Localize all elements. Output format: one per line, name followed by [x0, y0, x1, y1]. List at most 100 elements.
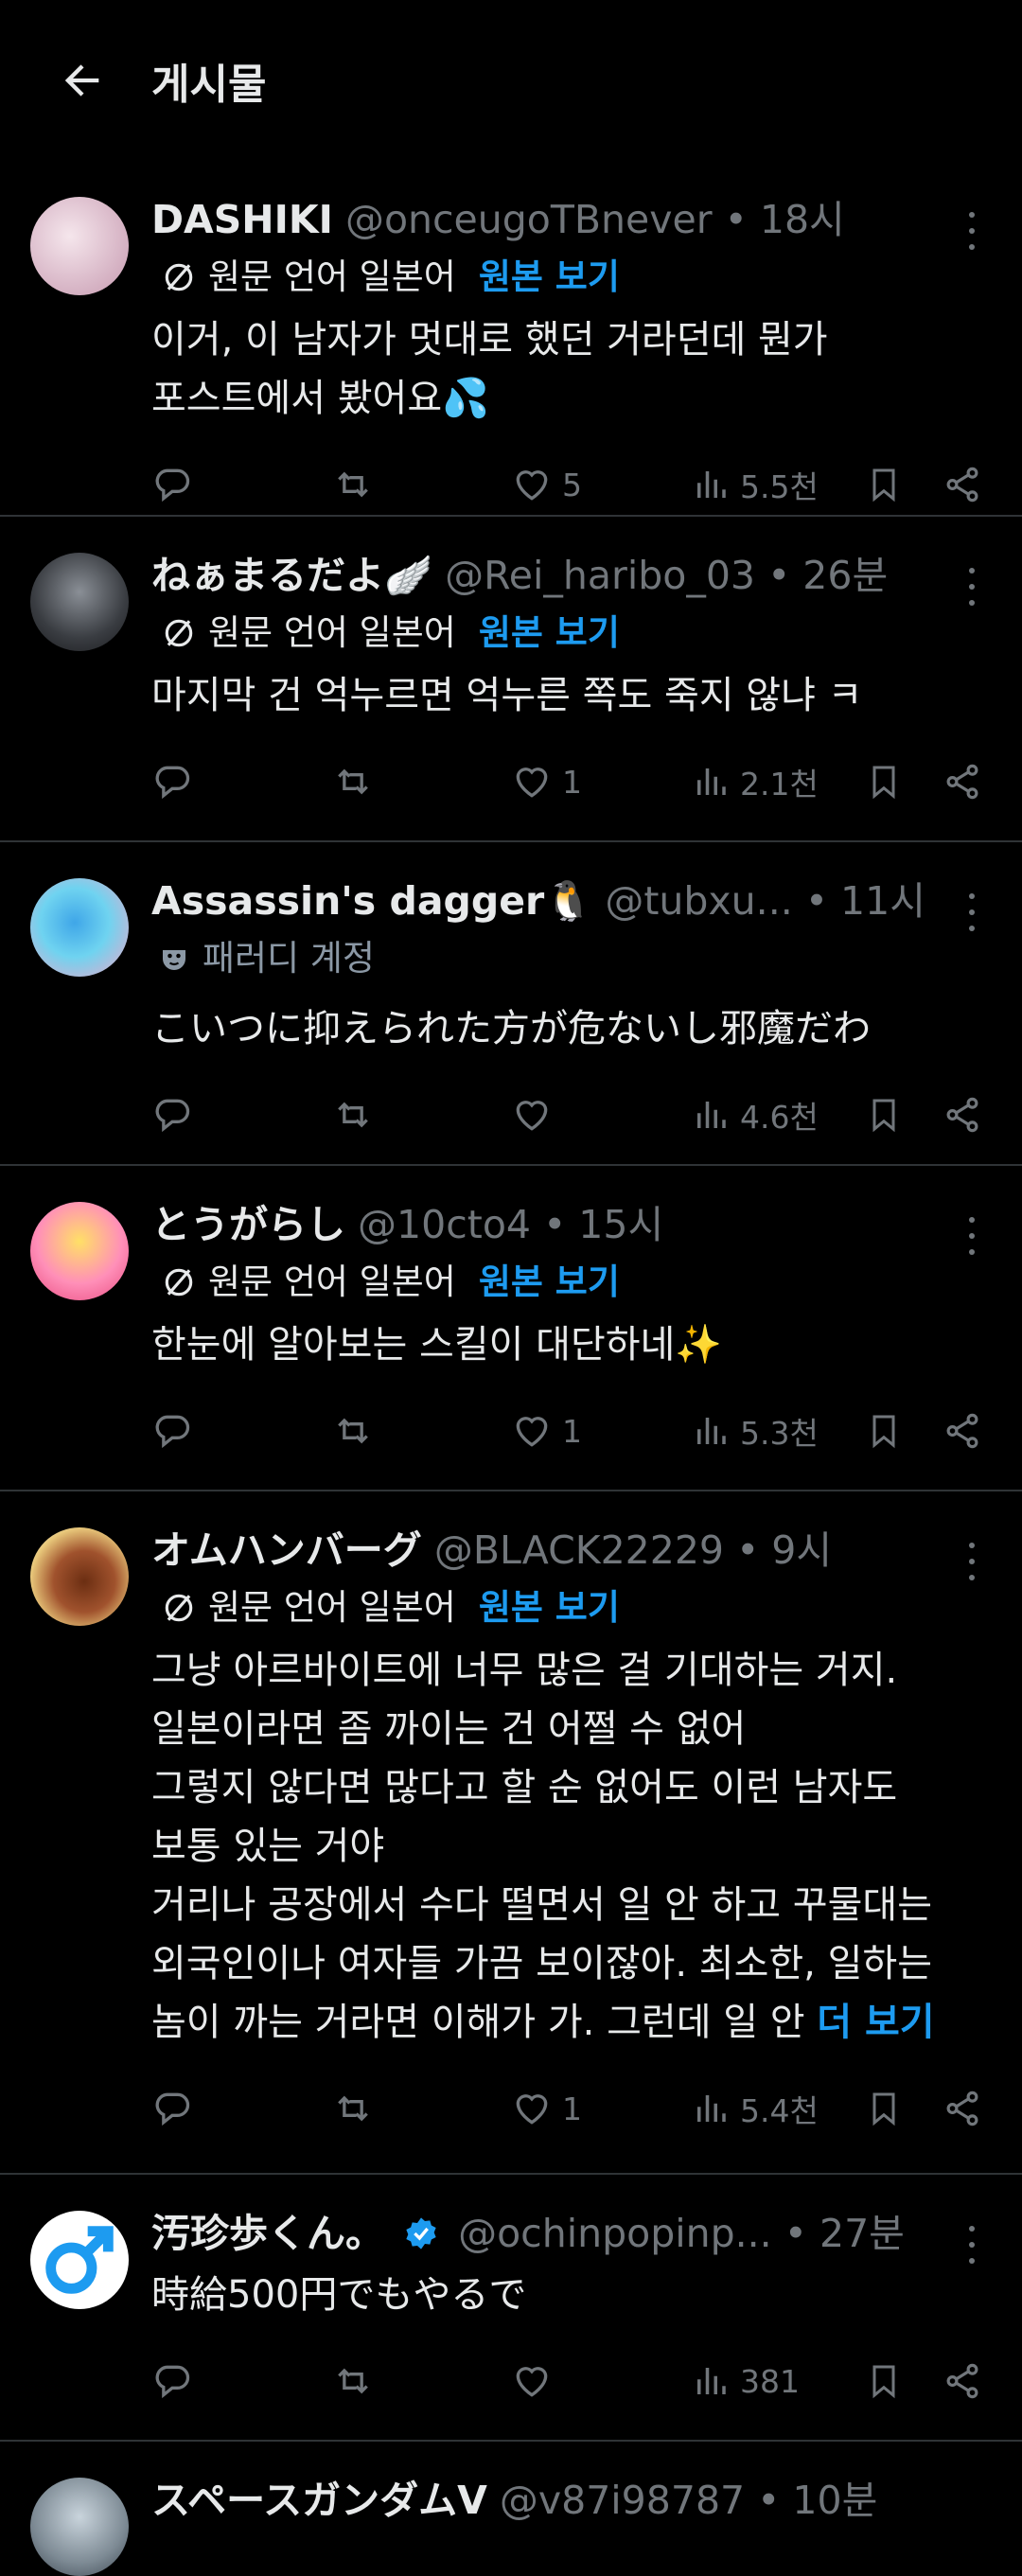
show-original-link[interactable]: 원본 보기 [479, 1579, 620, 1637]
view-count: 2.1천 [740, 766, 819, 803]
avatar[interactable] [30, 1202, 129, 1300]
views-button[interactable]: 381 [691, 2353, 800, 2409]
repost-button[interactable] [331, 456, 375, 513]
like-button[interactable] [511, 2353, 562, 2409]
reply-post[interactable]: ねぁまるだよ🪽 @Rei_haribo_03 • 26분 원문 언어 일본어 원… [0, 517, 1022, 842]
reply-post[interactable]: 汚珍歩くん。 @ochinpopinp... • 27분 時給500円でもやるで… [0, 2175, 1022, 2442]
views-button[interactable]: 5.5천 [691, 456, 819, 513]
reply-button[interactable] [151, 753, 193, 810]
like-button[interactable]: 1 [511, 2080, 582, 2137]
parody-label: 패러디 계정 [203, 938, 375, 979]
view-count: 4.6천 [740, 1099, 819, 1136]
show-original-link[interactable]: 원본 보기 [479, 604, 620, 662]
user-handle[interactable]: @Rei_haribo_03 [445, 553, 755, 598]
share-button[interactable] [943, 1403, 982, 1459]
avatar[interactable] [30, 197, 129, 295]
reply-post[interactable]: スペースガンダムV @v87i98787 • 10분 [0, 2442, 1022, 2576]
show-original-link[interactable]: 원본 보기 [479, 1253, 620, 1312]
post-header: とうがらし @10cto4 • 15시 [151, 1196, 984, 1253]
arrow-left-icon [64, 64, 99, 97]
post-time[interactable]: 9시 [771, 1527, 832, 1573]
more-options-icon[interactable] [960, 893, 984, 931]
display-name[interactable]: オムハンバーグ [151, 1527, 422, 1573]
post-time[interactable]: 26분 [802, 553, 888, 598]
heart-icon [516, 2094, 548, 2125]
share-icon [946, 1413, 978, 1449]
share-button[interactable] [943, 2353, 982, 2409]
display-name[interactable]: ねぁまるだよ🪽 [151, 553, 432, 598]
views-icon [697, 1102, 726, 1128]
post-time[interactable]: 27분 [819, 2211, 905, 2256]
avatar[interactable] [30, 2478, 129, 2576]
more-options-icon[interactable] [960, 2226, 984, 2264]
views-button[interactable]: 5.4천 [691, 2080, 819, 2137]
more-options-icon[interactable] [960, 212, 984, 250]
user-handle[interactable]: @v87i98787 [500, 2478, 745, 2523]
repost-button[interactable] [331, 2080, 375, 2137]
reply-post[interactable]: オムハンバーグ @BLACK22229 • 9시 원문 언어 일본어 원본 보기… [0, 1491, 1022, 2175]
more-options-icon[interactable] [960, 568, 984, 606]
bookmark-button[interactable] [865, 1403, 903, 1459]
translate-icon [165, 1268, 193, 1297]
repost-button[interactable] [331, 753, 375, 810]
display-name[interactable]: DASHIKI [151, 197, 333, 242]
translate-icon [165, 263, 193, 291]
post-time[interactable]: 15시 [578, 1202, 663, 1247]
reply-button[interactable] [151, 2080, 193, 2137]
avatar[interactable] [30, 553, 129, 651]
separator: • [767, 553, 791, 598]
like-button[interactable]: 1 [511, 1403, 582, 1459]
show-original-link[interactable]: 원본 보기 [479, 248, 620, 307]
user-handle[interactable]: @onceugoTBnever [345, 197, 713, 242]
repost-button[interactable] [331, 1403, 375, 1459]
share-button[interactable] [943, 1086, 982, 1143]
bookmark-button[interactable] [865, 456, 903, 513]
reply-button[interactable] [151, 456, 193, 513]
back-button[interactable] [57, 55, 108, 106]
reply-button[interactable] [151, 2353, 193, 2409]
user-handle[interactable]: @ochinpopinp... [458, 2211, 772, 2256]
post-time[interactable]: 11시 [840, 878, 925, 924]
avatar[interactable] [30, 2211, 129, 2309]
bookmark-button[interactable] [865, 2080, 903, 2137]
share-button[interactable] [943, 753, 982, 810]
reply-icon [155, 766, 190, 800]
more-options-icon[interactable] [960, 1217, 984, 1255]
display-name[interactable]: とうがらし [151, 1202, 345, 1247]
reply-post[interactable]: Assassin's dagger🐧 @tubxu... • 11시 패러디 계… [0, 842, 1022, 1166]
show-more-link[interactable]: 더 보기 [817, 2001, 934, 2044]
avatar[interactable] [30, 878, 129, 977]
avatar[interactable] [30, 1527, 129, 1626]
separator: • [736, 1527, 760, 1573]
views-button[interactable]: 4.6천 [691, 1086, 819, 1143]
reply-post[interactable]: DASHIKI @onceugoTBnever • 18시 원문 언어 일본어 … [0, 161, 1022, 517]
like-button[interactable]: 5 [511, 456, 582, 513]
more-options-icon[interactable] [960, 1543, 984, 1580]
views-button[interactable]: 5.3천 [691, 1403, 819, 1459]
share-button[interactable] [943, 2080, 982, 2137]
display-name[interactable]: スペースガンダムV [151, 2478, 487, 2523]
display-name[interactable]: 汚珍歩くん。 [151, 2211, 384, 2256]
bookmark-button[interactable] [865, 2353, 903, 2409]
post-time[interactable]: 10분 [792, 2478, 877, 2523]
user-handle[interactable]: @10cto4 [358, 1202, 531, 1247]
reply-button[interactable] [151, 1403, 193, 1459]
reply-button[interactable] [151, 1086, 193, 1143]
repost-button[interactable] [331, 1086, 375, 1143]
bookmark-button[interactable] [865, 1086, 903, 1143]
share-button[interactable] [943, 456, 982, 513]
post-header: Assassin's dagger🐧 @tubxu... • 11시 [151, 873, 984, 929]
bookmark-icon [872, 1099, 895, 1133]
post-header: DASHIKI @onceugoTBnever • 18시 [151, 191, 984, 248]
reply-post[interactable]: とうがらし @10cto4 • 15시 원문 언어 일본어 원본 보기 한눈에 … [0, 1166, 1022, 1491]
like-button[interactable]: 1 [511, 753, 582, 810]
repost-button[interactable] [331, 2353, 375, 2409]
user-handle[interactable]: @tubxu... [605, 878, 792, 924]
views-button[interactable]: 2.1천 [691, 753, 819, 810]
repost-icon [338, 2095, 368, 2122]
user-handle[interactable]: @BLACK22229 [434, 1527, 724, 1573]
bookmark-button[interactable] [865, 753, 903, 810]
display-name[interactable]: Assassin's dagger🐧 [151, 878, 592, 924]
post-time[interactable]: 18시 [760, 197, 845, 242]
like-button[interactable] [511, 1086, 562, 1143]
